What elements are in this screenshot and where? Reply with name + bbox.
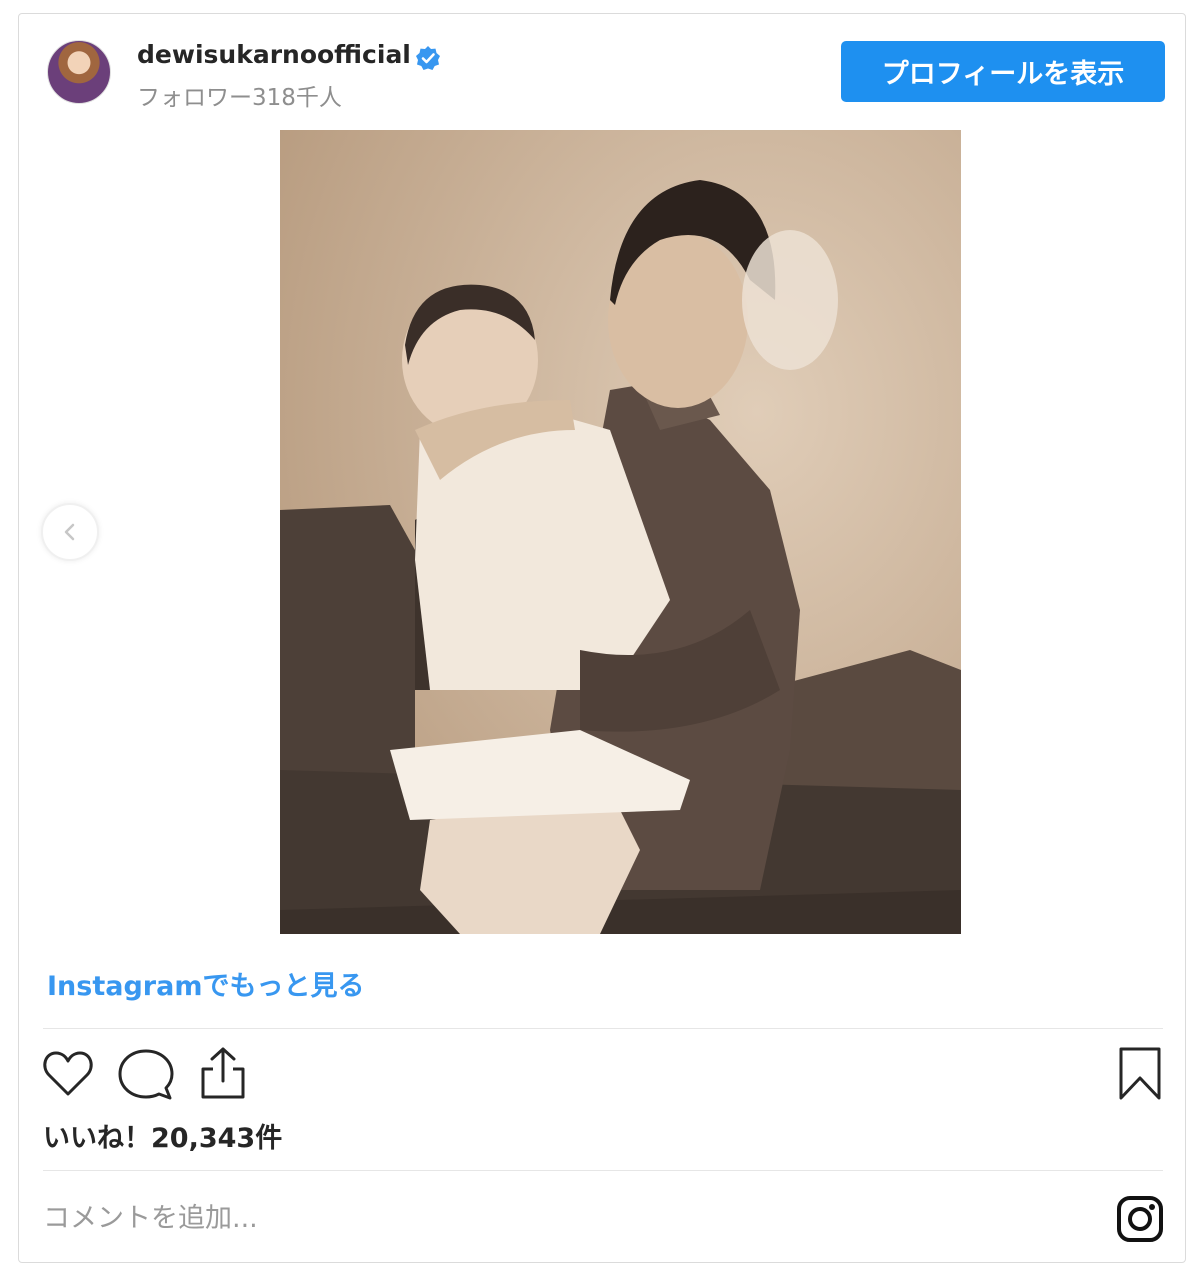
view-more-on-instagram-link[interactable]: Instagramでもっと見る: [47, 964, 364, 1003]
comment-input[interactable]: [41, 1197, 645, 1239]
view-profile-button[interactable]: プロフィールを表示: [841, 41, 1165, 102]
comment-icon[interactable]: [117, 1047, 175, 1103]
divider: [43, 1170, 1163, 1171]
post-photo[interactable]: [280, 130, 961, 934]
chevron-left-icon: [64, 523, 75, 541]
instagram-icon[interactable]: [1116, 1195, 1164, 1243]
heart-icon[interactable]: [41, 1047, 95, 1101]
follower-count: フォロワー318千人: [137, 85, 342, 111]
carousel-prev-button[interactable]: [41, 503, 99, 561]
verified-badge-icon: [416, 46, 440, 70]
divider: [43, 1028, 1163, 1029]
instagram-embed-card: dewisukarnoofficial フォロワー318千人 プロフィールを表示: [18, 13, 1186, 1263]
like-count: いいね！20,343件: [43, 1123, 283, 1154]
bookmark-icon[interactable]: [1117, 1046, 1163, 1102]
share-icon[interactable]: [197, 1045, 249, 1101]
vintage-photo-illustration: [280, 130, 961, 934]
profile-avatar[interactable]: [47, 40, 111, 104]
username-link[interactable]: dewisukarnoofficial: [137, 40, 411, 69]
